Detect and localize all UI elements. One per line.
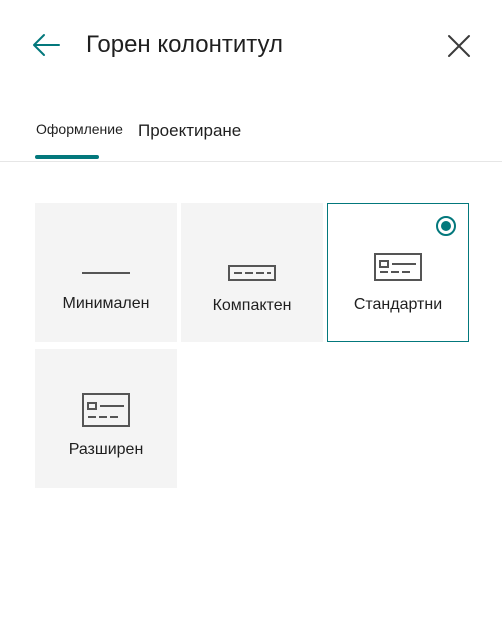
extended-layout-icon — [82, 393, 130, 427]
layout-option-extended[interactable]: Разширен — [35, 349, 177, 488]
tab-engineering[interactable]: Проектиране — [138, 121, 241, 141]
arrow-left-icon — [33, 34, 60, 56]
compact-layout-icon — [228, 265, 276, 281]
layout-option-label: Стандартни — [353, 296, 443, 313]
selected-radio-icon — [436, 216, 456, 236]
layout-option-label: Разширен — [68, 441, 144, 458]
close-button[interactable] — [446, 33, 472, 59]
layout-option-minimal[interactable]: Минимален — [35, 203, 177, 342]
tab-selected-indicator — [35, 155, 99, 159]
layout-option-label: Минимален — [62, 295, 150, 312]
layout-option-compact[interactable]: Компактен — [181, 203, 323, 342]
panel-header: Горен колонтитул — [0, 0, 502, 100]
tab-bar: Оформление Проектиране — [0, 110, 502, 162]
tab-design[interactable]: Оформление — [36, 121, 123, 137]
layout-option-standard[interactable]: Стандартни — [327, 203, 469, 342]
back-button[interactable] — [30, 30, 62, 62]
panel-title: Горен колонтитул — [86, 31, 283, 58]
standard-layout-icon — [374, 253, 422, 281]
minimal-layout-icon — [82, 272, 130, 274]
layout-option-label: Компактен — [212, 297, 292, 314]
close-icon — [448, 35, 470, 57]
